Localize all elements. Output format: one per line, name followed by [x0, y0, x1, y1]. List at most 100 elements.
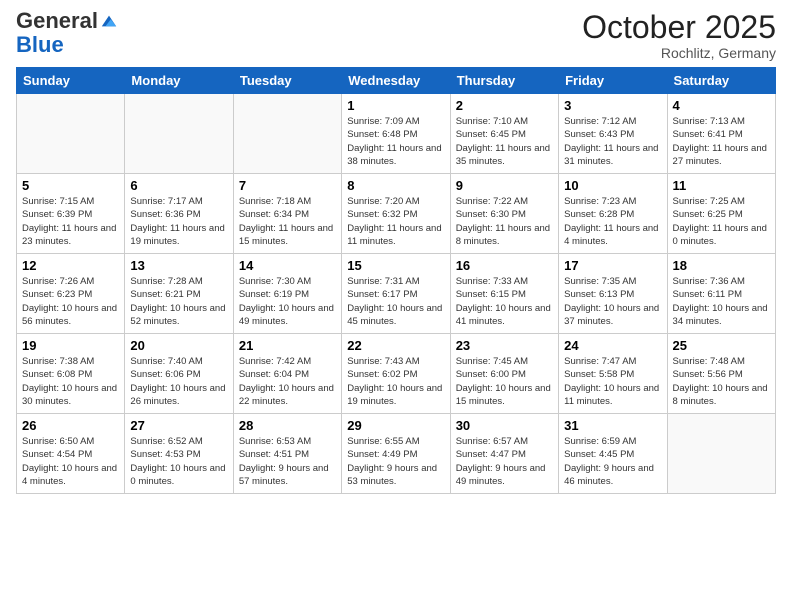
table-row: 31 Sunrise: 6:59 AM Sunset: 4:45 PM Dayli…	[559, 414, 667, 494]
day-number: 20	[130, 338, 227, 353]
table-row: 11 Sunrise: 7:25 AM Sunset: 6:25 PM Dayli…	[667, 174, 775, 254]
table-row: 7Sunrise: 7:18 AM Sunset: 6:34 PM Daylig…	[233, 174, 341, 254]
table-row	[233, 94, 341, 174]
calendar-week-row: 26Sunrise: 6:50 AM Sunset: 4:54 PM Dayli…	[17, 414, 776, 494]
day-info: Sunrise: 7:17 AM Sunset: 6:36 PM Dayligh…	[130, 195, 227, 248]
day-number: 28	[239, 418, 336, 433]
page-container: General Blue October 2025 Rochlitz, Germ…	[0, 0, 792, 504]
table-row: 3 Sunrise: 7:12 AM Sunset: 6:43 PM Daylig…	[559, 94, 667, 174]
day-number: 24	[564, 338, 661, 353]
table-row: 21 Sunrise: 7:42 AM Sunset: 6:04 PM Dayli…	[233, 334, 341, 414]
table-row: 20 Sunrise: 7:40 AM Sunset: 6:06 PM Dayli…	[125, 334, 233, 414]
day-number: 21	[239, 338, 336, 353]
day-info: Sunrise: 7:15 AM Sunset: 6:39 PM Dayligh…	[22, 195, 119, 248]
day-info: Sunrise: 6:53 AM Sunset: 4:51 PM Dayligh…	[239, 435, 336, 488]
day-number: 11	[673, 178, 770, 193]
day-number: 4	[673, 98, 770, 113]
table-row: 26Sunrise: 6:50 AM Sunset: 4:54 PM Dayli…	[17, 414, 125, 494]
calendar-week-row: 12Sunrise: 7:26 AM Sunset: 6:23 PM Dayli…	[17, 254, 776, 334]
day-number: 8	[347, 178, 444, 193]
day-number: 2	[456, 98, 553, 113]
day-number: 29	[347, 418, 444, 433]
table-row: 9Sunrise: 7:22 AM Sunset: 6:30 PM Daylig…	[450, 174, 558, 254]
day-info: Sunrise: 7:26 AM Sunset: 6:23 PM Dayligh…	[22, 275, 119, 328]
day-info: Sunrise: 7:25 AM Sunset: 6:25 PM Dayligh…	[673, 195, 770, 248]
day-info: Sunrise: 7:40 AM Sunset: 6:06 PM Dayligh…	[130, 355, 227, 408]
table-row	[17, 94, 125, 174]
day-info: Sunrise: 7:45 AM Sunset: 6:00 PM Dayligh…	[456, 355, 553, 408]
day-number: 10	[564, 178, 661, 193]
day-number: 19	[22, 338, 119, 353]
day-number: 3	[564, 98, 661, 113]
day-info: Sunrise: 7:13 AM Sunset: 6:41 PM Dayligh…	[673, 115, 770, 168]
table-row: 6 Sunrise: 7:17 AM Sunset: 6:36 PM Daylig…	[125, 174, 233, 254]
month-title: October 2025	[582, 10, 776, 45]
table-row: 10 Sunrise: 7:23 AM Sunset: 6:28 PM Dayli…	[559, 174, 667, 254]
day-info: Sunrise: 7:33 AM Sunset: 6:15 PM Dayligh…	[456, 275, 553, 328]
day-number: 9	[456, 178, 553, 193]
day-info: Sunrise: 7:35 AM Sunset: 6:13 PM Dayligh…	[564, 275, 661, 328]
table-row: 14 Sunrise: 7:30 AM Sunset: 6:19 PM Dayli…	[233, 254, 341, 334]
day-info: Sunrise: 7:09 AM Sunset: 6:48 PM Dayligh…	[347, 115, 444, 168]
location-text: Rochlitz, Germany	[582, 45, 776, 61]
day-info: Sunrise: 7:38 AM Sunset: 6:08 PM Dayligh…	[22, 355, 119, 408]
table-row: 27 Sunrise: 6:52 AM Sunset: 4:53 PM Dayli…	[125, 414, 233, 494]
table-row: 1 Sunrise: 7:09 AM Sunset: 6:48 PM Daylig…	[342, 94, 450, 174]
calendar-header-row: Sunday Monday Tuesday Wednesday Thursday…	[17, 68, 776, 94]
table-row: 2 Sunrise: 7:10 AM Sunset: 6:45 PM Daylig…	[450, 94, 558, 174]
calendar-week-row: 19 Sunrise: 7:38 AM Sunset: 6:08 PM Dayli…	[17, 334, 776, 414]
calendar-week-row: 5 Sunrise: 7:15 AM Sunset: 6:39 PM Daylig…	[17, 174, 776, 254]
table-row: 23Sunrise: 7:45 AM Sunset: 6:00 PM Dayli…	[450, 334, 558, 414]
table-row: 18Sunrise: 7:36 AM Sunset: 6:11 PM Dayli…	[667, 254, 775, 334]
day-info: Sunrise: 7:12 AM Sunset: 6:43 PM Dayligh…	[564, 115, 661, 168]
day-info: Sunrise: 7:23 AM Sunset: 6:28 PM Dayligh…	[564, 195, 661, 248]
table-row: 13 Sunrise: 7:28 AM Sunset: 6:21 PM Dayli…	[125, 254, 233, 334]
day-number: 13	[130, 258, 227, 273]
table-row: 28 Sunrise: 6:53 AM Sunset: 4:51 PM Dayli…	[233, 414, 341, 494]
table-row: 15 Sunrise: 7:31 AM Sunset: 6:17 PM Dayli…	[342, 254, 450, 334]
col-wednesday: Wednesday	[342, 68, 450, 94]
day-info: Sunrise: 6:50 AM Sunset: 4:54 PM Dayligh…	[22, 435, 119, 488]
col-monday: Monday	[125, 68, 233, 94]
day-number: 15	[347, 258, 444, 273]
calendar-body: 1 Sunrise: 7:09 AM Sunset: 6:48 PM Daylig…	[17, 94, 776, 494]
day-info: Sunrise: 7:31 AM Sunset: 6:17 PM Dayligh…	[347, 275, 444, 328]
day-number: 22	[347, 338, 444, 353]
day-number: 30	[456, 418, 553, 433]
col-sunday: Sunday	[17, 68, 125, 94]
day-info: Sunrise: 6:52 AM Sunset: 4:53 PM Dayligh…	[130, 435, 227, 488]
day-info: Sunrise: 7:48 AM Sunset: 5:56 PM Dayligh…	[673, 355, 770, 408]
day-number: 31	[564, 418, 661, 433]
title-block: October 2025 Rochlitz, Germany	[582, 10, 776, 61]
table-row: 29Sunrise: 6:55 AM Sunset: 4:49 PM Dayli…	[342, 414, 450, 494]
logo-icon	[100, 12, 118, 30]
table-row	[667, 414, 775, 494]
table-row: 22 Sunrise: 7:43 AM Sunset: 6:02 PM Dayli…	[342, 334, 450, 414]
day-number: 16	[456, 258, 553, 273]
day-info: Sunrise: 7:10 AM Sunset: 6:45 PM Dayligh…	[456, 115, 553, 168]
day-info: Sunrise: 7:30 AM Sunset: 6:19 PM Dayligh…	[239, 275, 336, 328]
day-number: 1	[347, 98, 444, 113]
day-info: Sunrise: 7:28 AM Sunset: 6:21 PM Dayligh…	[130, 275, 227, 328]
table-row: 30Sunrise: 6:57 AM Sunset: 4:47 PM Dayli…	[450, 414, 558, 494]
table-row: 5 Sunrise: 7:15 AM Sunset: 6:39 PM Daylig…	[17, 174, 125, 254]
day-number: 5	[22, 178, 119, 193]
day-number: 7	[239, 178, 336, 193]
table-row: 24Sunrise: 7:47 AM Sunset: 5:58 PM Dayli…	[559, 334, 667, 414]
day-info: Sunrise: 7:42 AM Sunset: 6:04 PM Dayligh…	[239, 355, 336, 408]
logo-blue-text: Blue	[16, 32, 64, 58]
day-number: 27	[130, 418, 227, 433]
day-number: 17	[564, 258, 661, 273]
calendar-week-row: 1 Sunrise: 7:09 AM Sunset: 6:48 PM Daylig…	[17, 94, 776, 174]
day-number: 14	[239, 258, 336, 273]
col-tuesday: Tuesday	[233, 68, 341, 94]
logo-general-text: General	[16, 10, 98, 32]
col-friday: Friday	[559, 68, 667, 94]
table-row	[125, 94, 233, 174]
day-info: Sunrise: 6:59 AM Sunset: 4:45 PM Dayligh…	[564, 435, 661, 488]
header: General Blue October 2025 Rochlitz, Germ…	[16, 10, 776, 61]
day-number: 6	[130, 178, 227, 193]
logo: General Blue	[16, 10, 118, 58]
calendar-table: Sunday Monday Tuesday Wednesday Thursday…	[16, 67, 776, 494]
day-info: Sunrise: 7:43 AM Sunset: 6:02 PM Dayligh…	[347, 355, 444, 408]
